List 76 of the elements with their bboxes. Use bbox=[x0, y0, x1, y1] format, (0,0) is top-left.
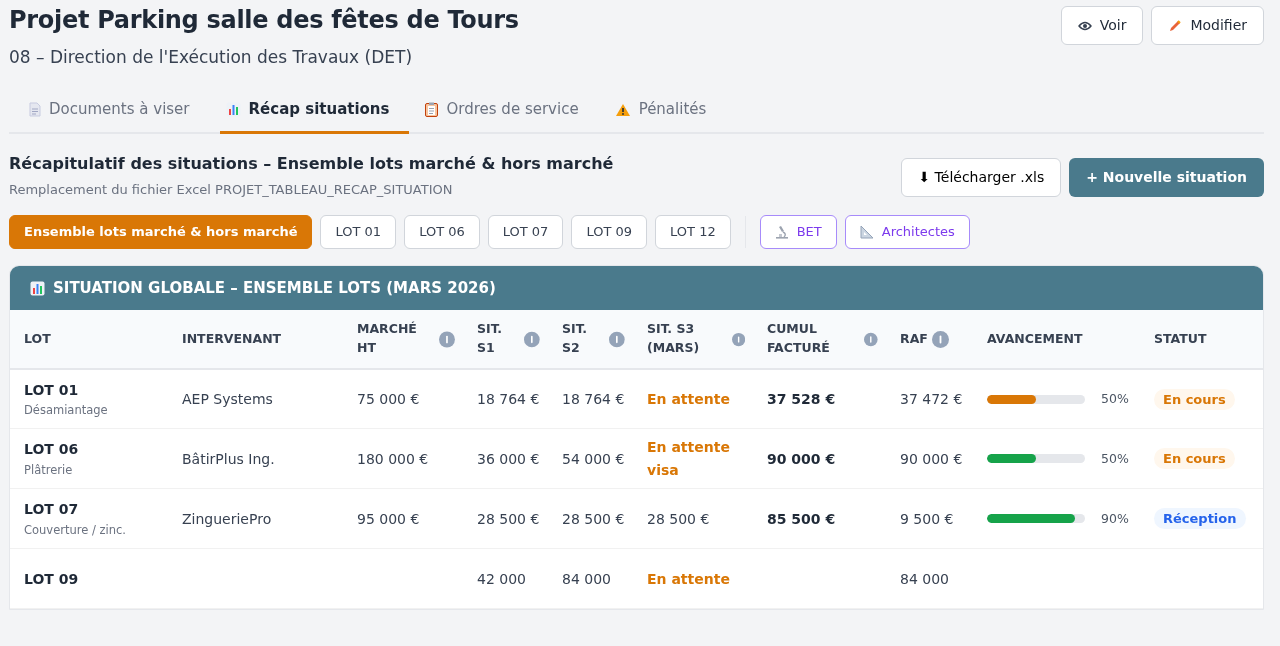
total-amount: 37 528 € bbox=[767, 390, 836, 407]
pencil-icon bbox=[1168, 18, 1183, 33]
lot-type: Couverture / zinc. bbox=[24, 521, 127, 539]
amount: 37 472 € bbox=[900, 390, 963, 407]
amount: 90 000 € bbox=[900, 450, 963, 467]
progress-percent: 90% bbox=[1101, 509, 1129, 528]
column-header: MARCHÉ HT bbox=[357, 320, 418, 358]
filter-button[interactable]: LOT 07 bbox=[487, 215, 564, 249]
filter-button[interactable]: LOT 01 bbox=[320, 215, 397, 249]
page-title: Projet Parking salle des fêtes de Tours bbox=[9, 6, 519, 35]
total-amount: 90 000 € bbox=[767, 450, 836, 467]
bar-chart-icon bbox=[30, 280, 45, 296]
filter-button[interactable]: LOT 06 bbox=[404, 215, 480, 249]
lot-name: LOT 06 bbox=[24, 440, 80, 460]
status-badge: Réception bbox=[1154, 508, 1246, 530]
document-icon bbox=[29, 102, 41, 118]
amount: 18 764 € bbox=[477, 390, 540, 407]
amount: 28 500 € bbox=[562, 510, 625, 527]
amount: 84 000 bbox=[900, 570, 949, 587]
status-badge: En cours bbox=[1154, 388, 1235, 410]
column-header: SIT. S2 bbox=[562, 320, 589, 358]
amount: 18 764 € bbox=[562, 390, 625, 407]
amount: 28 500 € bbox=[477, 510, 540, 527]
column-header: SIT. S3 (MARS) bbox=[647, 320, 701, 358]
column-header: STATUT bbox=[1154, 329, 1207, 348]
filter-button[interactable]: LOT 12 bbox=[655, 215, 731, 249]
amount: 95 000 € bbox=[357, 510, 420, 527]
lot-type: Plâtrerie bbox=[24, 461, 74, 479]
column-header: SIT. S1 bbox=[477, 320, 504, 358]
filter-button[interactable]: LOT 09 bbox=[571, 215, 648, 249]
pending-status: En attente visa bbox=[647, 439, 730, 478]
amount: 36 000 € bbox=[477, 450, 540, 467]
lot-name: LOT 01 bbox=[24, 380, 80, 400]
amount: 28 500 € bbox=[647, 510, 710, 527]
lot-type: Désamiantage bbox=[24, 402, 109, 420]
column-header: LOT bbox=[24, 329, 51, 348]
column-header: INTERVENANT bbox=[182, 329, 282, 348]
column-header: AVANCEMENT bbox=[987, 329, 1083, 348]
view-button[interactable]: Voir bbox=[1060, 6, 1144, 45]
amount: 180 000 € bbox=[357, 450, 429, 467]
tab[interactable]: Pénalités bbox=[608, 88, 727, 134]
section-subtitle: Remplacement du fichier Excel PROJET_TABLEAU_RECAP_SITUATION bbox=[9, 180, 454, 199]
amount: 42 000 bbox=[477, 570, 526, 587]
pending-status: En attente bbox=[647, 570, 730, 587]
amount: 75 000 € bbox=[357, 390, 420, 407]
column-header: CUMUL FACTURÉ bbox=[767, 320, 831, 358]
tab[interactable]: Récap situations bbox=[219, 88, 410, 134]
download-button[interactable]: ⬇ Télécharger .xls bbox=[901, 157, 1062, 197]
total-amount: 85 500 € bbox=[767, 510, 836, 527]
amount: 84 000 bbox=[562, 570, 611, 587]
contractor-name: BâtirPlus Ing. bbox=[182, 450, 275, 467]
lot-name: LOT 09 bbox=[24, 569, 80, 589]
contractor-name: ZingueriePro bbox=[182, 510, 272, 527]
status-badge: En cours bbox=[1154, 448, 1235, 470]
warning-icon bbox=[614, 102, 631, 117]
edit-button[interactable]: Modifier bbox=[1151, 6, 1264, 45]
table-title: SITUATION GLOBALE – ENSEMBLE LOTS (MARS 2026) bbox=[53, 277, 496, 299]
pending-status: En attente bbox=[647, 390, 730, 407]
section-title: Récapitulatif des situations – Ensemble lots marché & hors marché bbox=[9, 152, 614, 175]
amount: 9 500 € bbox=[900, 510, 954, 527]
clipboard-icon bbox=[425, 102, 439, 118]
group-filter-button[interactable]: BET bbox=[759, 215, 837, 249]
amount: 54 000 € bbox=[562, 450, 625, 467]
group-filter-button[interactable]: Architectes bbox=[844, 215, 970, 249]
eye-icon bbox=[1077, 20, 1092, 31]
progress-percent: 50% bbox=[1101, 449, 1129, 468]
new-situation-button[interactable]: + Nouvelle situation bbox=[1069, 157, 1264, 197]
page-subtitle: 08 – Direction de l'Exécution des Travaux (DET) bbox=[9, 45, 414, 69]
column-header: RAF bbox=[900, 329, 928, 348]
progress-percent: 50% bbox=[1101, 390, 1129, 409]
contractor-name: AEP Systems bbox=[182, 390, 273, 407]
microscope-icon bbox=[774, 225, 789, 240]
lot-name: LOT 07 bbox=[24, 500, 80, 520]
triangle-ruler-icon bbox=[859, 225, 874, 240]
tab[interactable]: Ordres de service bbox=[419, 88, 599, 134]
tab[interactable]: Documents à viser bbox=[23, 88, 210, 134]
